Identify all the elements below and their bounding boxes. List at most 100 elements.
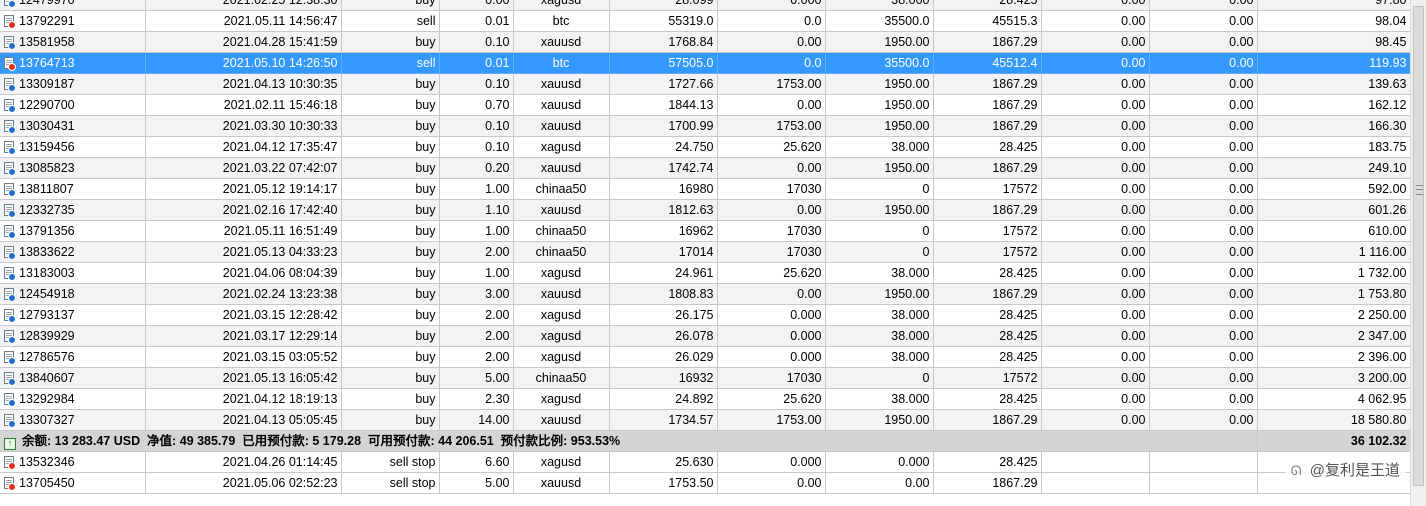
table-row[interactable]: 12479970 2021.02.25 12:38:30 buy 0.00 xagusd… — [0, 0, 1411, 11]
table-row[interactable]: 13811807 2021.05.12 19:14:17 buy 1.00 chinaa… — [0, 178, 1411, 200]
table-row[interactable]: 13833622 2021.05.13 04:33:23 buy 2.00 chinaa… — [0, 241, 1411, 263]
cell-symbol: xagusd — [513, 136, 610, 158]
cell-price: 1844.13 — [609, 94, 718, 116]
cell-sl: 1753.00 — [717, 115, 826, 137]
cell-tp: 1950.00 — [825, 157, 934, 179]
cell-size: 1.00 — [439, 262, 514, 284]
cell-symbol: xauusd — [513, 409, 610, 431]
table-row[interactable]: 12786576 2021.03.15 03:05:52 buy 2.00 xagusd… — [0, 346, 1411, 368]
cell-price: 16980 — [609, 178, 718, 200]
ticket-number: 13183003 — [19, 266, 75, 280]
table-row[interactable]: 12454918 2021.02.24 13:23:38 buy 3.00 xauusd… — [0, 283, 1411, 305]
table-row[interactable]: 13085823 2021.03.22 07:42:07 buy 0.20 xauusd… — [0, 157, 1411, 179]
table-row[interactable]: 13581958 2021.04.28 15:41:59 buy 0.10 xauusd… — [0, 31, 1411, 53]
pending-order-icon — [4, 477, 16, 491]
table-row[interactable]: 13030431 2021.03.30 10:30:33 buy 0.10 xauusd… — [0, 115, 1411, 137]
cell-commission: 0.00 — [1041, 346, 1150, 368]
cell-type: buy — [341, 325, 440, 347]
cell-sl: 25.620 — [717, 262, 826, 284]
cell-current: 1867.29 — [933, 409, 1042, 431]
table-row[interactable]: 12290700 2021.02.11 15:46:18 buy 0.70 xauusd… — [0, 94, 1411, 116]
cell-swap: 0.00 — [1149, 73, 1258, 95]
cell-sl: 0.000 — [717, 0, 826, 11]
table-row[interactable]: 12839929 2021.03.17 12:29:14 buy 2.00 xagusd… — [0, 325, 1411, 347]
cell-symbol: xagusd — [513, 304, 610, 326]
cell-tp: 38.000 — [825, 304, 934, 326]
cell-current: 1867.29 — [933, 199, 1042, 221]
cell-profit: 4 062.95 — [1257, 388, 1411, 410]
cell-size: 1.00 — [439, 178, 514, 200]
buy-order-icon — [4, 183, 16, 197]
cell-profit: 3 200.00 — [1257, 367, 1411, 389]
table-row[interactable]: 12332735 2021.02.16 17:42:40 buy 1.10 xauusd… — [0, 199, 1411, 221]
sell-order-icon — [4, 15, 16, 29]
vertical-scrollbar[interactable] — [1410, 0, 1426, 506]
table-row[interactable]: 12793137 2021.03.15 12:28:42 buy 2.00 xagusd… — [0, 304, 1411, 326]
cell-current: 45512.4 — [933, 52, 1042, 74]
buy-order-icon — [4, 36, 16, 50]
table-row[interactable]: 13307327 2021.04.13 05:05:45 buy 14.00 xauus… — [0, 409, 1411, 431]
cell-ticket: 12786576 — [0, 346, 146, 368]
buy-order-icon — [4, 414, 16, 428]
cell-symbol: xauusd — [513, 73, 610, 95]
table-row[interactable]: 13791356 2021.05.11 16:51:49 buy 1.00 chinaa… — [0, 220, 1411, 242]
cell-ticket: 13085823 — [0, 157, 146, 179]
table-row-selected[interactable]: 13764713 2021.05.10 14:26:50 sell 0.01 btc 57… — [0, 52, 1411, 74]
ticket-number: 12479970 — [19, 0, 75, 7]
table-row[interactable]: 13159456 2021.04.12 17:35:47 buy 0.10 xagusd… — [0, 136, 1411, 158]
cell-ticket: 12479970 — [0, 0, 146, 11]
cell-profit: 1 732.00 — [1257, 262, 1411, 284]
cell-current: 17572 — [933, 367, 1042, 389]
cell-tp: 0 — [825, 367, 934, 389]
cell-profit: 592.00 — [1257, 178, 1411, 200]
cell-current: 28.425 — [933, 451, 1042, 473]
cell-tp: 38.000 — [825, 325, 934, 347]
cell-ticket: 13292984 — [0, 388, 146, 410]
cell-symbol: xauusd — [513, 157, 610, 179]
ticket-number: 12786576 — [19, 350, 75, 364]
cell-sl: 17030 — [717, 178, 826, 200]
cell-ticket: 13183003 — [0, 262, 146, 284]
cell-price: 26.029 — [609, 346, 718, 368]
cell-sl: 0.00 — [717, 472, 826, 494]
pending-order-row[interactable]: 13705450 2021.05.06 02:52:23 sell stop 5.00… — [0, 472, 1411, 494]
cell-symbol: chinaa50 — [513, 367, 610, 389]
table-row[interactable]: 13792291 2021.05.11 14:56:47 sell 0.01 btc 55… — [0, 10, 1411, 32]
cell-current: 45515.3 — [933, 10, 1042, 32]
cell-price: 17014 — [609, 241, 718, 263]
cell-profit: 97.80 — [1257, 0, 1411, 11]
cell-symbol: xagusd — [513, 346, 610, 368]
cell-ticket: 13309187 — [0, 73, 146, 95]
cell-symbol: xauusd — [513, 94, 610, 116]
cell-size: 3.00 — [439, 283, 514, 305]
cell-type: buy — [341, 283, 440, 305]
cell-symbol: btc — [513, 10, 610, 32]
table-row[interactable]: 13309187 2021.04.13 10:30:35 buy 0.10 xauusd… — [0, 73, 1411, 95]
cell-swap: 0.00 — [1149, 283, 1258, 305]
scrollbar-thumb[interactable] — [1413, 6, 1424, 486]
cell-type: buy — [341, 0, 440, 11]
ticket-number: 13792291 — [19, 14, 75, 28]
cell-current: 28.425 — [933, 0, 1042, 11]
cell-tp: 1950.00 — [825, 115, 934, 137]
trade-table: 12479970 2021.02.25 12:38:30 buy 0.00 xagusd… — [0, 0, 1411, 494]
table-row[interactable]: 13840607 2021.05.13 16:05:42 buy 5.00 chinaa… — [0, 367, 1411, 389]
cell-price: 1808.83 — [609, 283, 718, 305]
cell-swap: 0.00 — [1149, 94, 1258, 116]
cell-time: 2021.03.15 03:05:52 — [145, 346, 342, 368]
cell-type: buy — [341, 220, 440, 242]
cell-tp: 0 — [825, 178, 934, 200]
pending-order-row[interactable]: 13532346 2021.04.26 01:14:45 sell stop 6.60… — [0, 451, 1411, 473]
cell-ticket: 13833622 — [0, 241, 146, 263]
table-row[interactable]: 13292984 2021.04.12 18:19:13 buy 2.30 xagusd… — [0, 388, 1411, 410]
cell-swap: 0.00 — [1149, 409, 1258, 431]
table-row[interactable]: 13183003 2021.04.06 08:04:39 buy 1.00 xagusd… — [0, 262, 1411, 284]
cell-commission: 0.00 — [1041, 325, 1150, 347]
cell-current: 1867.29 — [933, 115, 1042, 137]
cell-type: sell — [341, 52, 440, 74]
cell-symbol: xauusd — [513, 472, 610, 494]
cell-type: buy — [341, 73, 440, 95]
cell-swap: 0.00 — [1149, 0, 1258, 11]
cell-time: 2021.02.11 15:46:18 — [145, 94, 342, 116]
account-summary-row[interactable]: ↑ 余额: 13 283.47 USD 净值: 49 385.79 已用预付款: … — [0, 430, 1411, 452]
